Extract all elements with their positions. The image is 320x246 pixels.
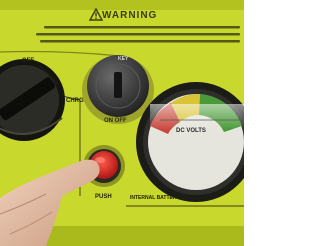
key-label: KEY: [118, 56, 129, 62]
dc-volts-label: DC VOLTS: [176, 128, 206, 134]
control-panel-photo: WARNING OFF CHRG KEY ON OFF DC VOLTS PUS…: [0, 0, 244, 246]
chrg-label: CHRG: [66, 98, 84, 104]
warning-text-lines: [36, 26, 240, 43]
battery-status-label: INTERNAL BATTERY STATUS: [130, 195, 201, 201]
off-label: OFF: [22, 58, 34, 64]
on-off-label: ON OFF: [104, 118, 127, 124]
push-label: PUSH: [95, 194, 112, 200]
warning-heading: WARNING: [102, 10, 158, 21]
